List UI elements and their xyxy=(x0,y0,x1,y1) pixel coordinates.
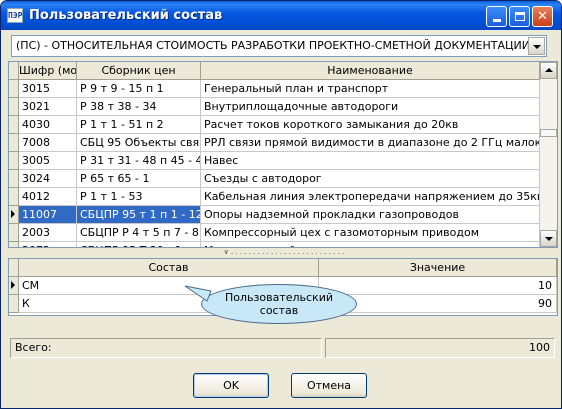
scroll-thumb[interactable] xyxy=(540,129,557,137)
minimize-button[interactable] xyxy=(486,6,507,27)
chevron-down-icon xyxy=(532,45,541,49)
dialog-window: ПЭР Пользовательский состав ✕ (ПС) - ОТН… xyxy=(0,0,562,409)
tooltip-line-2: состав xyxy=(259,304,299,317)
scroll-up-button[interactable] xyxy=(540,62,557,79)
arrow-up-icon xyxy=(544,68,553,72)
cell-name[interactable]: Магистральный газопровод xyxy=(201,242,540,247)
total-value: 100 xyxy=(325,338,555,358)
maximize-icon xyxy=(514,12,525,21)
row-indicator[interactable] xyxy=(9,206,19,224)
cell-name[interactable]: Опоры надземной прокладки газопроводов xyxy=(201,206,540,224)
ok-button[interactable]: OK xyxy=(193,373,269,398)
scroll-down-button[interactable] xyxy=(540,230,557,247)
app-icon: ПЭР xyxy=(7,8,23,23)
window-title: Пользовательский состав xyxy=(29,8,223,23)
title-bar[interactable]: ПЭР Пользовательский состав ✕ xyxy=(1,1,561,30)
price-collection-grid: Шифр (мо, Сборник цен Наименование 3015 Р… xyxy=(8,61,558,248)
row-indicator-header xyxy=(9,62,19,80)
cell-code[interactable]: 4012 xyxy=(19,188,77,206)
cell-name[interactable]: РРЛ связи прямой видимости в диапазоне д… xyxy=(201,134,540,152)
cell-collection[interactable]: Р 31 т 31 - 48 п 45 - 46 xyxy=(77,152,201,170)
row-indicator[interactable] xyxy=(9,277,19,295)
row-indicator[interactable] xyxy=(9,80,19,98)
row-indicator[interactable] xyxy=(9,295,19,313)
cell-code[interactable]: 7008 xyxy=(19,134,77,152)
cell-collection[interactable]: СБЦПР Р 4 т 5 п 7 - 8 xyxy=(77,224,201,242)
cell-code[interactable]: 2072 xyxy=(19,242,77,247)
cell-code[interactable]: 4030 xyxy=(19,116,77,134)
cell-code[interactable]: 3021 xyxy=(19,98,77,116)
cell-collection[interactable]: СБЦПР 95 Т 29 - 1п - 2 xyxy=(77,242,201,247)
document-type-select[interactable]: (ПС) - ОТНОСИТЕЛЬНАЯ СТОИМОСТЬ РАЗРАБОТК… xyxy=(11,35,547,57)
cell-name[interactable]: Внутриплощадочные автодороги xyxy=(201,98,540,116)
close-icon: ✕ xyxy=(537,9,548,24)
row-indicator[interactable] xyxy=(9,224,19,242)
grid-splitter[interactable]: ∨ . . . . . . . . . . . . . . . . . . . … xyxy=(201,249,367,255)
maximize-button[interactable] xyxy=(509,6,530,27)
cell-collection[interactable]: СБЦПР 95 т 1 п 1 - 12 П xyxy=(77,206,201,224)
price-grid-rows: 3015 Р 9 т 9 - 15 п 1 Генеральный план и т… xyxy=(9,80,540,247)
cell-code[interactable]: 11007 xyxy=(19,206,77,224)
cell-collection[interactable]: Р 9 т 9 - 15 п 1 xyxy=(77,80,201,98)
cell-name[interactable]: Генеральный план и транспорт xyxy=(201,80,540,98)
cell-name[interactable]: Съезды с автодорог xyxy=(201,170,540,188)
row-indicator[interactable] xyxy=(9,116,19,134)
row-indicator[interactable] xyxy=(9,242,19,247)
row-indicator[interactable] xyxy=(9,188,19,206)
column-header-collection[interactable]: Сборник цен xyxy=(77,62,201,80)
minimize-icon xyxy=(492,19,501,22)
dropdown-button[interactable] xyxy=(528,37,545,55)
tooltip-line-1: Пользовательский xyxy=(225,291,333,304)
total-bar: Всего: 100 xyxy=(8,338,558,360)
cell-name[interactable]: Кабельная линия электропередачи напряжен… xyxy=(201,188,540,206)
cell-collection[interactable]: Р 1 т 1 - 51 п 2 xyxy=(77,116,201,134)
arrow-down-icon xyxy=(544,237,553,241)
column-header-code[interactable]: Шифр (мо, xyxy=(19,62,77,80)
tooltip-balloon: Пользовательский состав xyxy=(201,284,357,324)
cell-code[interactable]: 3005 xyxy=(19,152,77,170)
cell-collection[interactable]: Р 65 т 65 - 1 xyxy=(77,170,201,188)
column-header-name[interactable]: Наименование xyxy=(201,62,540,80)
document-type-value: (ПС) - ОТНОСИТЕЛЬНАЯ СТОИМОСТЬ РАЗРАБОТК… xyxy=(16,39,530,52)
close-button[interactable]: ✕ xyxy=(532,6,553,27)
current-row-icon xyxy=(11,210,15,218)
cell-code[interactable]: 3015 xyxy=(19,80,77,98)
current-row-icon xyxy=(11,281,15,289)
cell-name[interactable]: Навес xyxy=(201,152,540,170)
cell-name[interactable]: Расчет токов короткого замыкания до 20кв xyxy=(201,116,540,134)
tooltip-pointer xyxy=(184,285,212,302)
cell-code[interactable]: 2003 xyxy=(19,224,77,242)
column-header-value[interactable]: Значение xyxy=(319,259,557,277)
cell-collection[interactable]: Р 38 т 38 - 34 xyxy=(77,98,201,116)
vertical-scrollbar[interactable] xyxy=(540,62,557,247)
row-indicator[interactable] xyxy=(9,134,19,152)
cell-collection[interactable]: СБЦ 95 Объекты связи xyxy=(77,134,201,152)
row-indicator[interactable] xyxy=(9,152,19,170)
cell-code[interactable]: 3024 xyxy=(19,170,77,188)
cell-collection[interactable]: Р 1 т 1 - 53 xyxy=(77,188,201,206)
row-indicator-header xyxy=(9,259,19,277)
total-label: Всего: xyxy=(10,338,322,358)
row-indicator[interactable] xyxy=(9,98,19,116)
column-header-composition[interactable]: Состав xyxy=(19,259,319,277)
cancel-button[interactable]: Отмена xyxy=(291,373,367,398)
row-indicator[interactable] xyxy=(9,170,19,188)
cell-name[interactable]: Компрессорный цех с газомоторным приводо… xyxy=(201,224,540,242)
